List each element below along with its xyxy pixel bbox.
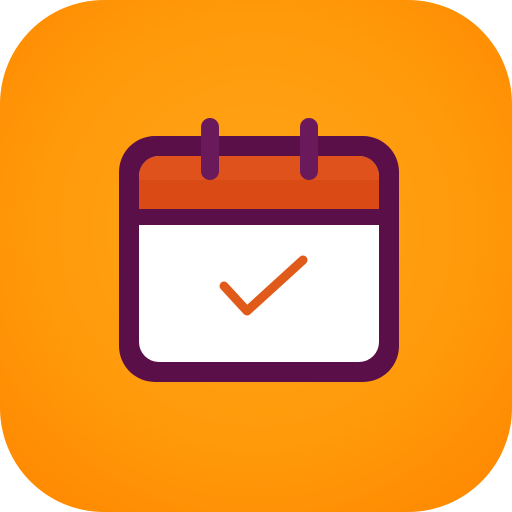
calendar-ring-right [300,118,318,180]
calendar-ring-left [201,118,219,180]
app-icon-canvas [0,0,512,512]
calendar-header-highlight [139,156,379,180]
calendar-check-icon [119,118,399,382]
calendar-divider [139,209,379,225]
calendar-app-icon[interactable] [0,0,512,512]
